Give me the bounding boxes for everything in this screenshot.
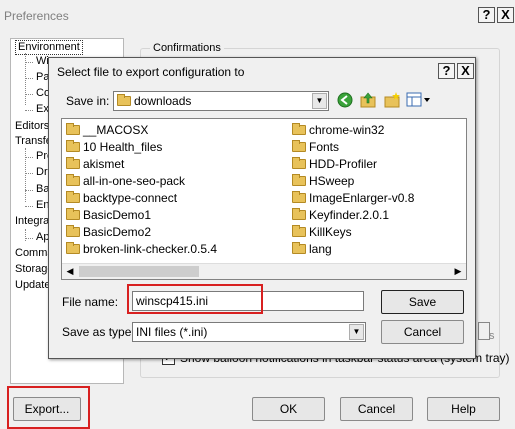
file-item-label: ImageEnlarger-v0.8	[309, 191, 415, 205]
ok-button[interactable]: OK	[252, 397, 325, 421]
partial-label: s	[489, 330, 495, 342]
folder-icon	[292, 225, 306, 237]
folder-icon	[66, 242, 80, 254]
scroll-right-icon[interactable]: ▶	[452, 266, 464, 277]
tree-connector	[25, 190, 33, 191]
file-item-label: Fonts	[309, 140, 340, 154]
file-item[interactable]: 10 Health_files	[66, 139, 162, 155]
view-menu-icon[interactable]	[406, 92, 432, 108]
scrollbar-thumb[interactable]	[79, 266, 199, 277]
file-item-label: BasicDemo2	[83, 225, 152, 239]
tree-connector	[25, 78, 33, 79]
help-button[interactable]: Help	[427, 397, 500, 421]
tree-connector	[25, 173, 33, 174]
file-item-label: broken-link-checker.0.5.4	[83, 242, 218, 256]
close-icon[interactable]: X	[497, 7, 514, 23]
folder-icon	[292, 123, 306, 135]
save-in-combo[interactable]: downloads ▼	[113, 91, 329, 111]
horizontal-scrollbar[interactable]: ◀ ▶	[62, 263, 466, 279]
file-item-label: KillKeys	[309, 225, 352, 239]
cancel-button[interactable]: Cancel	[340, 397, 413, 421]
file-name-label: File name:	[62, 295, 119, 309]
save-in-label: Save in:	[66, 94, 110, 108]
save-in-value: downloads	[134, 94, 192, 108]
tree-connector	[25, 206, 33, 207]
dialog-title: Select file to export configuration to	[57, 65, 245, 79]
file-item-label: BasicDemo1	[83, 208, 152, 222]
tree-connector	[25, 148, 26, 202]
tree-connector	[25, 157, 33, 158]
file-item[interactable]: __MACOSX	[66, 122, 148, 138]
folder-icon	[292, 157, 306, 169]
window-title: Preferences	[4, 9, 69, 23]
file-item-label: chrome-win32	[309, 123, 385, 137]
folder-icon	[66, 123, 80, 135]
folder-icon	[117, 94, 131, 106]
file-item[interactable]: HSweep	[292, 173, 354, 189]
tree-connector	[25, 229, 26, 241]
folder-icon	[292, 174, 306, 186]
folder-icon	[66, 174, 80, 186]
file-item[interactable]: Keyfinder.2.0.1	[292, 207, 389, 223]
folder-icon	[66, 157, 80, 169]
dialog-close-icon[interactable]: X	[457, 63, 474, 79]
file-item[interactable]: BasicDemo2	[66, 224, 151, 240]
help-icon[interactable]: ?	[478, 7, 495, 23]
scroll-left-icon[interactable]: ◀	[64, 266, 76, 277]
file-list[interactable]: ◀ ▶ __MACOSX 10 Health_filesakismet all-in…	[61, 118, 467, 280]
folder-icon	[66, 208, 80, 220]
file-item[interactable]: all-in-one-seo-pack	[66, 173, 185, 189]
save-as-type-combo[interactable]: INI files (*.ini) ▼	[132, 322, 366, 342]
chevron-down-icon[interactable]: ▼	[312, 93, 327, 109]
tree-connector	[25, 110, 33, 111]
tree-connector	[25, 62, 33, 63]
dialog-help-icon[interactable]: ?	[438, 63, 455, 79]
file-item[interactable]: BasicDemo1	[66, 207, 151, 223]
up-folder-icon[interactable]	[359, 91, 377, 109]
folder-icon	[66, 140, 80, 152]
file-item[interactable]: chrome-win32	[292, 122, 384, 138]
file-item-label: HDD-Profiler	[309, 157, 378, 171]
folder-icon	[66, 191, 80, 203]
chevron-down-icon[interactable]: ▼	[349, 324, 364, 340]
file-item-label: HSweep	[309, 174, 355, 188]
file-item-label: all-in-one-seo-pack	[83, 174, 186, 188]
file-item-label: backtype-connect	[83, 191, 178, 205]
file-item[interactable]: broken-link-checker.0.5.4	[66, 241, 217, 257]
tree-connector	[25, 94, 33, 95]
folder-icon	[292, 242, 306, 254]
save-button[interactable]: Save	[381, 290, 464, 314]
file-item[interactable]: akismet	[66, 156, 124, 172]
file-name-highlight	[127, 284, 263, 314]
file-item[interactable]: KillKeys	[292, 224, 352, 240]
save-as-type-label: Save as type:	[62, 325, 135, 339]
tree-connector	[25, 53, 26, 105]
folder-icon	[292, 140, 306, 152]
tree-item[interactable]: Editors	[15, 120, 49, 133]
tree-connector	[25, 238, 33, 239]
file-item-label: lang	[309, 242, 332, 256]
file-item-label: Keyfinder.2.0.1	[309, 208, 390, 222]
file-item[interactable]: ImageEnlarger-v0.8	[292, 190, 414, 206]
tree-item[interactable]: Update	[15, 279, 50, 292]
back-icon[interactable]	[337, 92, 353, 108]
export-highlight	[7, 386, 90, 429]
folder-icon	[292, 208, 306, 220]
file-item-label: 10 Health_files	[83, 140, 163, 154]
folder-icon	[292, 191, 306, 203]
folder-icon	[66, 225, 80, 237]
confirmations-label: Confirmations	[150, 42, 224, 54]
file-item[interactable]: lang	[292, 241, 332, 257]
file-item-label: akismet	[83, 157, 125, 171]
dialog-cancel-button[interactable]: Cancel	[381, 320, 464, 344]
file-item[interactable]: HDD-Profiler	[292, 156, 377, 172]
new-folder-icon[interactable]	[383, 91, 401, 109]
file-item[interactable]: Fonts	[292, 139, 339, 155]
save-as-type-value: INI files (*.ini)	[136, 325, 208, 339]
file-item[interactable]: backtype-connect	[66, 190, 177, 206]
export-file-dialog: Select file to export configuration to ?…	[48, 57, 476, 359]
tree-item[interactable]: Integrat	[15, 215, 52, 228]
file-item-label: __MACOSX	[83, 123, 149, 137]
